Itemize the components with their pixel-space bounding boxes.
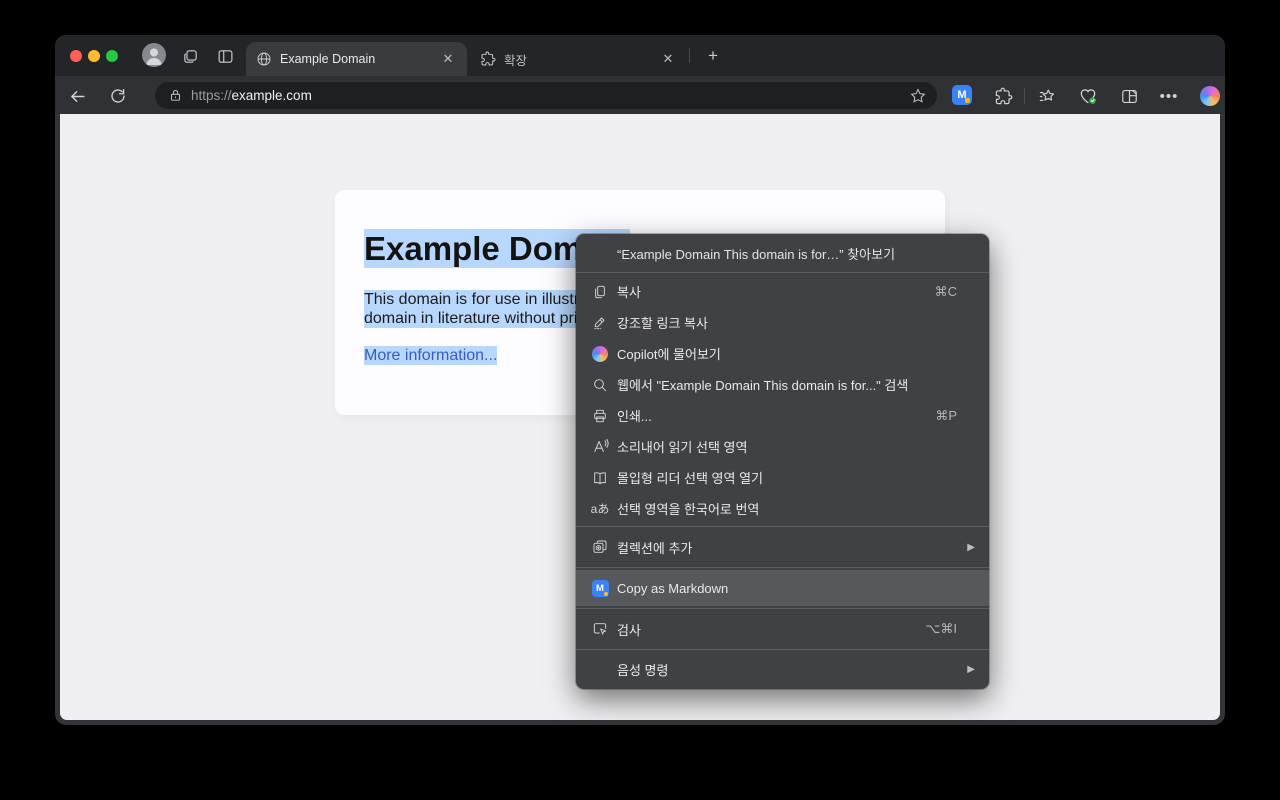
url-scheme: https:// [191,88,232,103]
menu-item-lookup[interactable]: “Example Domain This domain is for…” 찾아보… [576,234,989,272]
copy-icon [590,282,610,302]
refresh-button[interactable] [106,84,130,108]
notification-dot [965,98,970,103]
menu-item-label: 소리내어 읽기 선택 영역 [617,440,748,455]
bookmark-page-button[interactable] [909,87,927,105]
menu-item-web-search[interactable]: 웹에서 "Example Domain This domain is for..… [576,369,989,400]
ellipsis-icon: ••• [1159,87,1179,105]
profile-avatar[interactable] [142,43,166,67]
address-bar[interactable]: https://example.com [155,82,937,109]
menu-item-label: 음성 명령 [617,662,669,678]
menu-item-label: 웹에서 "Example Domain This domain is for..… [617,378,909,393]
immersive-reader-icon [590,468,610,488]
favorites-star-icon [1039,89,1054,101]
context-menu: “Example Domain This domain is for…” 찾아보… [576,234,989,689]
tab-close-button[interactable]: ✕ [439,50,457,68]
menu-item-label: Copy as Markdown [617,580,729,596]
menu-item-read-aloud[interactable]: 소리내어 읽기 선택 영역 [576,431,989,462]
browser-window: Example Domain ✕ 확장 ✕ + https://example.… [55,35,1225,725]
menu-group-main: 복사 ⌘C 강조할 링크 복사 Copilot에 물어보기 웹에서 "Examp… [576,273,989,524]
globe-icon [256,51,272,67]
menu-item-label: 선택 영역을 한국어로 번역 [617,502,760,517]
menu-divider [576,649,989,650]
collections-add-icon [590,537,610,557]
menu-item-label: 인쇄... [617,409,652,424]
inspect-icon [590,619,610,639]
tab-separator [689,48,690,63]
menu-item-label: 복사 [617,285,641,300]
toolbar-separator [1024,88,1025,104]
minimize-window-button[interactable] [88,50,100,62]
favorites-button[interactable] [1035,84,1059,108]
menu-item-add-to-collections[interactable]: 컬렉션에 추가 ▶ [576,529,989,565]
menu-item-copy[interactable]: 복사 ⌘C [576,276,989,307]
extensions-button[interactable] [991,84,1015,108]
submenu-arrow-icon: ▶ [967,541,975,553]
search-icon [590,375,610,395]
menu-item-label: Copilot에 물어보기 [617,347,721,362]
copy-as-markdown-extension-button[interactable]: M [952,85,972,105]
tab-extensions[interactable]: 확장 ✕ [470,42,687,76]
read-aloud-icon [590,437,610,457]
tab-close-button[interactable]: ✕ [659,50,677,68]
layout-grid-icon [1121,89,1137,103]
menu-divider [576,567,989,568]
zoom-window-button[interactable] [106,50,118,62]
settings-more-button[interactable]: ••• [1157,84,1181,108]
menu-shortcut: ⌘P [935,407,957,423]
new-tab-button[interactable]: + [702,45,724,67]
menu-item-label: 컬렉션에 추가 [617,540,693,556]
stacked-tabs-icon [183,49,197,63]
lock-icon[interactable] [168,88,183,103]
url-host: example.com [231,88,312,103]
tab-strip: Example Domain ✕ 확장 ✕ + [55,35,1225,76]
menu-item-copy-highlight-link[interactable]: 강조할 링크 복사 [576,307,989,338]
tab-title: Example Domain [280,52,376,66]
close-window-button[interactable] [70,50,82,62]
menu-item-inspect[interactable]: 검사 ⌥⌘I [576,611,989,647]
menu-item-label: 검사 [617,622,641,638]
refresh-icon [111,88,125,103]
selected-link-text: More information... [364,346,498,365]
puzzle-icon [995,87,1012,104]
copilot-button[interactable] [1198,84,1222,108]
menu-item-print[interactable]: 인쇄... ⌘P [576,400,989,431]
browser-essentials-button[interactable] [1076,84,1100,108]
highlight-link-icon [590,313,610,333]
menu-item-label: 몰입형 리더 선택 영역 열기 [617,471,764,486]
menu-item-voice-commands[interactable]: 음성 명령 ▶ [576,652,989,686]
person-icon [146,48,162,65]
copilot-icon [1200,86,1220,106]
sidebar-toggle-button[interactable] [215,46,235,66]
menu-item-translate[interactable]: aあ 선택 영역을 한국어로 번역 [576,493,989,524]
menu-divider [576,526,989,527]
markdown-extension-icon: M [590,578,610,598]
back-button[interactable] [65,84,89,108]
puzzle-icon [480,51,496,67]
copilot-icon [590,344,610,364]
tab-title: 확장 [504,53,528,68]
menu-divider [576,608,989,609]
menu-item-label: 강조할 링크 복사 [617,316,708,331]
more-information-link[interactable]: More information... [364,346,498,365]
url-text: https://example.com [191,88,909,103]
heart-pulse-icon [1080,89,1096,104]
menu-item-immersive-reader[interactable]: 몰입형 리더 선택 영역 열기 [576,462,989,493]
menu-item-copy-as-markdown[interactable]: M Copy as Markdown [576,570,989,606]
menu-shortcut: ⌥⌘I [925,621,957,636]
translate-icon: aあ [590,502,610,516]
printer-icon [590,406,610,426]
submenu-arrow-icon: ▶ [967,663,975,675]
navigation-toolbar: https://example.com M ••• [55,76,1225,114]
tab-actions-button[interactable] [180,46,200,66]
tab-example-domain[interactable]: Example Domain ✕ [246,42,467,76]
star-icon [910,87,926,103]
menu-item-ask-copilot[interactable]: Copilot에 물어보기 [576,338,989,369]
split-screen-button[interactable] [1117,84,1141,108]
arrow-left-icon [70,90,85,102]
menu-shortcut: ⌘C [934,283,957,299]
sidebar-icon [218,49,232,63]
